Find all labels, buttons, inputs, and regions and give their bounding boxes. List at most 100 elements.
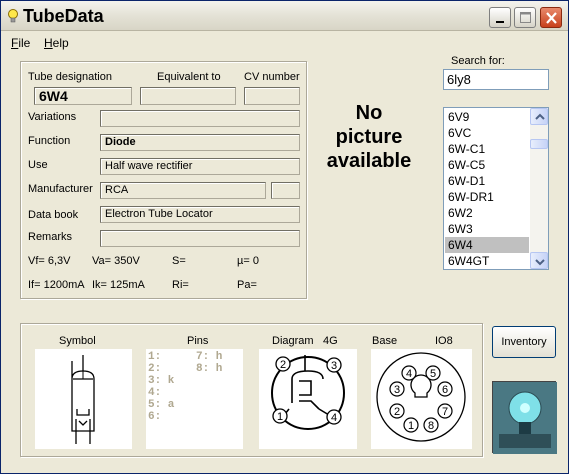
tube-list-item[interactable]: 6W4 bbox=[445, 237, 529, 253]
tube-list-item[interactable]: 6V9 bbox=[445, 109, 529, 125]
tube-list-item[interactable]: 6W2 bbox=[445, 205, 529, 221]
base-pin-label: 7 bbox=[442, 406, 448, 418]
param-ik: Ik= 125mA bbox=[92, 279, 145, 291]
search-input[interactable]: 6ly8 bbox=[443, 69, 549, 90]
pin-entry: 4: bbox=[148, 387, 162, 399]
data-book-label: Data book bbox=[28, 209, 79, 221]
tube-logo-icon bbox=[493, 382, 557, 454]
main-window: TubeData File Help Tube designation Equi… bbox=[0, 0, 569, 474]
param-vf: Vf= 6,3V bbox=[28, 255, 71, 267]
window-title: TubeData bbox=[23, 6, 104, 26]
diagram-pin-label: 3 bbox=[331, 360, 337, 372]
minimize-icon bbox=[496, 21, 504, 23]
manufacturer-field: RCA bbox=[100, 182, 266, 199]
close-button[interactable] bbox=[540, 7, 562, 28]
scroll-down-button[interactable] bbox=[530, 252, 548, 269]
diagram-code: 4G bbox=[323, 335, 338, 347]
base-pin-label: 5 bbox=[430, 368, 436, 380]
pin-entry: 5: a bbox=[148, 399, 175, 411]
tube-base-icon: 4 5 3 6 2 7 1 8 bbox=[376, 352, 466, 442]
maximize-button[interactable] bbox=[514, 7, 536, 28]
lightbulb-icon bbox=[8, 9, 18, 23]
title-bar[interactable]: TubeData bbox=[1, 1, 568, 31]
base-pin-label: 4 bbox=[406, 368, 412, 380]
pin-entry: 2: bbox=[148, 363, 162, 375]
search-label: Search for: bbox=[451, 55, 505, 67]
tube-list-item[interactable]: 6W4GT bbox=[445, 253, 529, 269]
no-picture-line1: No bbox=[355, 102, 383, 124]
tube-diagram-icon: 2 3 1 4 bbox=[271, 355, 345, 430]
menu-file[interactable]: File bbox=[11, 36, 30, 50]
param-if: If= 1200mA bbox=[28, 279, 85, 291]
diode-tube-symbol-icon bbox=[71, 355, 95, 444]
tube-list[interactable]: 6V9 6VC 6W-C1 6W-C5 6W-D1 6W-DR1 6W2 6W3 6W4 6W4G… bbox=[443, 107, 549, 270]
tubedata-logo bbox=[492, 381, 557, 454]
tube-list-item[interactable]: 6W-DR1 bbox=[445, 189, 529, 205]
menu-help-label: elp bbox=[52, 36, 69, 50]
base-pin-label: 2 bbox=[394, 406, 400, 418]
remarks-field bbox=[100, 230, 300, 247]
cv-header: CV number bbox=[244, 71, 300, 83]
chevron-up-icon bbox=[535, 113, 545, 120]
tube-list-item[interactable]: 6W-C1 bbox=[445, 141, 529, 157]
base-pin-label: 1 bbox=[408, 420, 414, 432]
menu-help[interactable]: Help bbox=[44, 36, 69, 50]
diagram-pin-label: 1 bbox=[277, 411, 283, 423]
diagram-panel: 2 3 1 4 bbox=[259, 349, 357, 449]
minimize-button[interactable] bbox=[489, 7, 511, 28]
maximize-icon bbox=[520, 12, 531, 23]
base-code: IO8 bbox=[435, 335, 453, 347]
param-s: S= bbox=[172, 255, 186, 267]
pin-entry: 6: bbox=[148, 411, 162, 423]
pin-entry: 7: h bbox=[196, 351, 223, 363]
tube-list-item[interactable]: 6W3 bbox=[445, 221, 529, 237]
close-icon bbox=[546, 12, 557, 24]
base-label: Base bbox=[372, 335, 398, 347]
use-field: Half wave rectifier bbox=[100, 158, 300, 175]
no-picture-text: No picture available bbox=[317, 101, 421, 173]
scroll-thumb[interactable] bbox=[530, 139, 548, 149]
list-scrollbar[interactable] bbox=[530, 108, 548, 269]
tube-list-item[interactable]: 6W-C5 bbox=[445, 157, 529, 173]
param-mu: µ= 0 bbox=[237, 255, 259, 267]
menu-file-label: ile bbox=[18, 36, 31, 50]
pin-entry: 1: bbox=[148, 351, 162, 363]
menu-bar: File Help bbox=[1, 32, 568, 52]
diagram-pin-label: 4 bbox=[331, 412, 337, 424]
base-pin-label: 3 bbox=[394, 384, 400, 396]
tube-list-item[interactable]: 6W-D1 bbox=[445, 173, 529, 189]
base-panel: 4 5 3 6 2 7 1 8 bbox=[371, 349, 472, 449]
param-va: Va= 350V bbox=[92, 255, 140, 267]
remarks-label: Remarks bbox=[28, 231, 73, 243]
pins-label: Pins bbox=[187, 335, 209, 347]
designation-field: 6W4 bbox=[34, 87, 132, 105]
menu-help-accel: H bbox=[44, 36, 53, 50]
data-book-field: Electron Tube Locator bbox=[100, 206, 300, 223]
diagram-pin-label: 2 bbox=[280, 359, 286, 371]
manufacturer-extra-field bbox=[271, 182, 300, 199]
base-pin-label: 8 bbox=[428, 420, 434, 432]
function-label: Function bbox=[28, 135, 71, 147]
chevron-down-icon bbox=[535, 259, 545, 266]
function-field: Diode bbox=[100, 134, 300, 151]
designation-header: Tube designation bbox=[28, 71, 112, 83]
use-label: Use bbox=[28, 159, 48, 171]
cv-number-field bbox=[244, 87, 300, 105]
pin-entry: 3: k bbox=[148, 375, 175, 387]
symbol-label: Symbol bbox=[59, 335, 96, 347]
pin-entry: 8: h bbox=[196, 363, 223, 375]
base-pin-label: 6 bbox=[442, 384, 448, 396]
scroll-up-button[interactable] bbox=[530, 108, 548, 125]
variations-label: Variations bbox=[28, 111, 77, 123]
symbol-panel bbox=[35, 349, 132, 449]
no-picture-line2: picture bbox=[335, 126, 403, 148]
param-pa: Pa= bbox=[237, 279, 257, 291]
tube-list-item[interactable]: 6VC bbox=[445, 125, 529, 141]
manufacturer-label: Manufacturer bbox=[28, 183, 93, 195]
equivalent-field bbox=[140, 87, 236, 105]
inventory-button[interactable]: Inventory bbox=[492, 326, 556, 358]
diagram-label: Diagram bbox=[272, 335, 314, 347]
param-ri: Ri= bbox=[172, 279, 189, 291]
no-picture-line3: available bbox=[326, 150, 412, 172]
pins-panel: 1: 7: h 2: 8: h 3: k 4: 5: a 6: bbox=[146, 349, 243, 449]
